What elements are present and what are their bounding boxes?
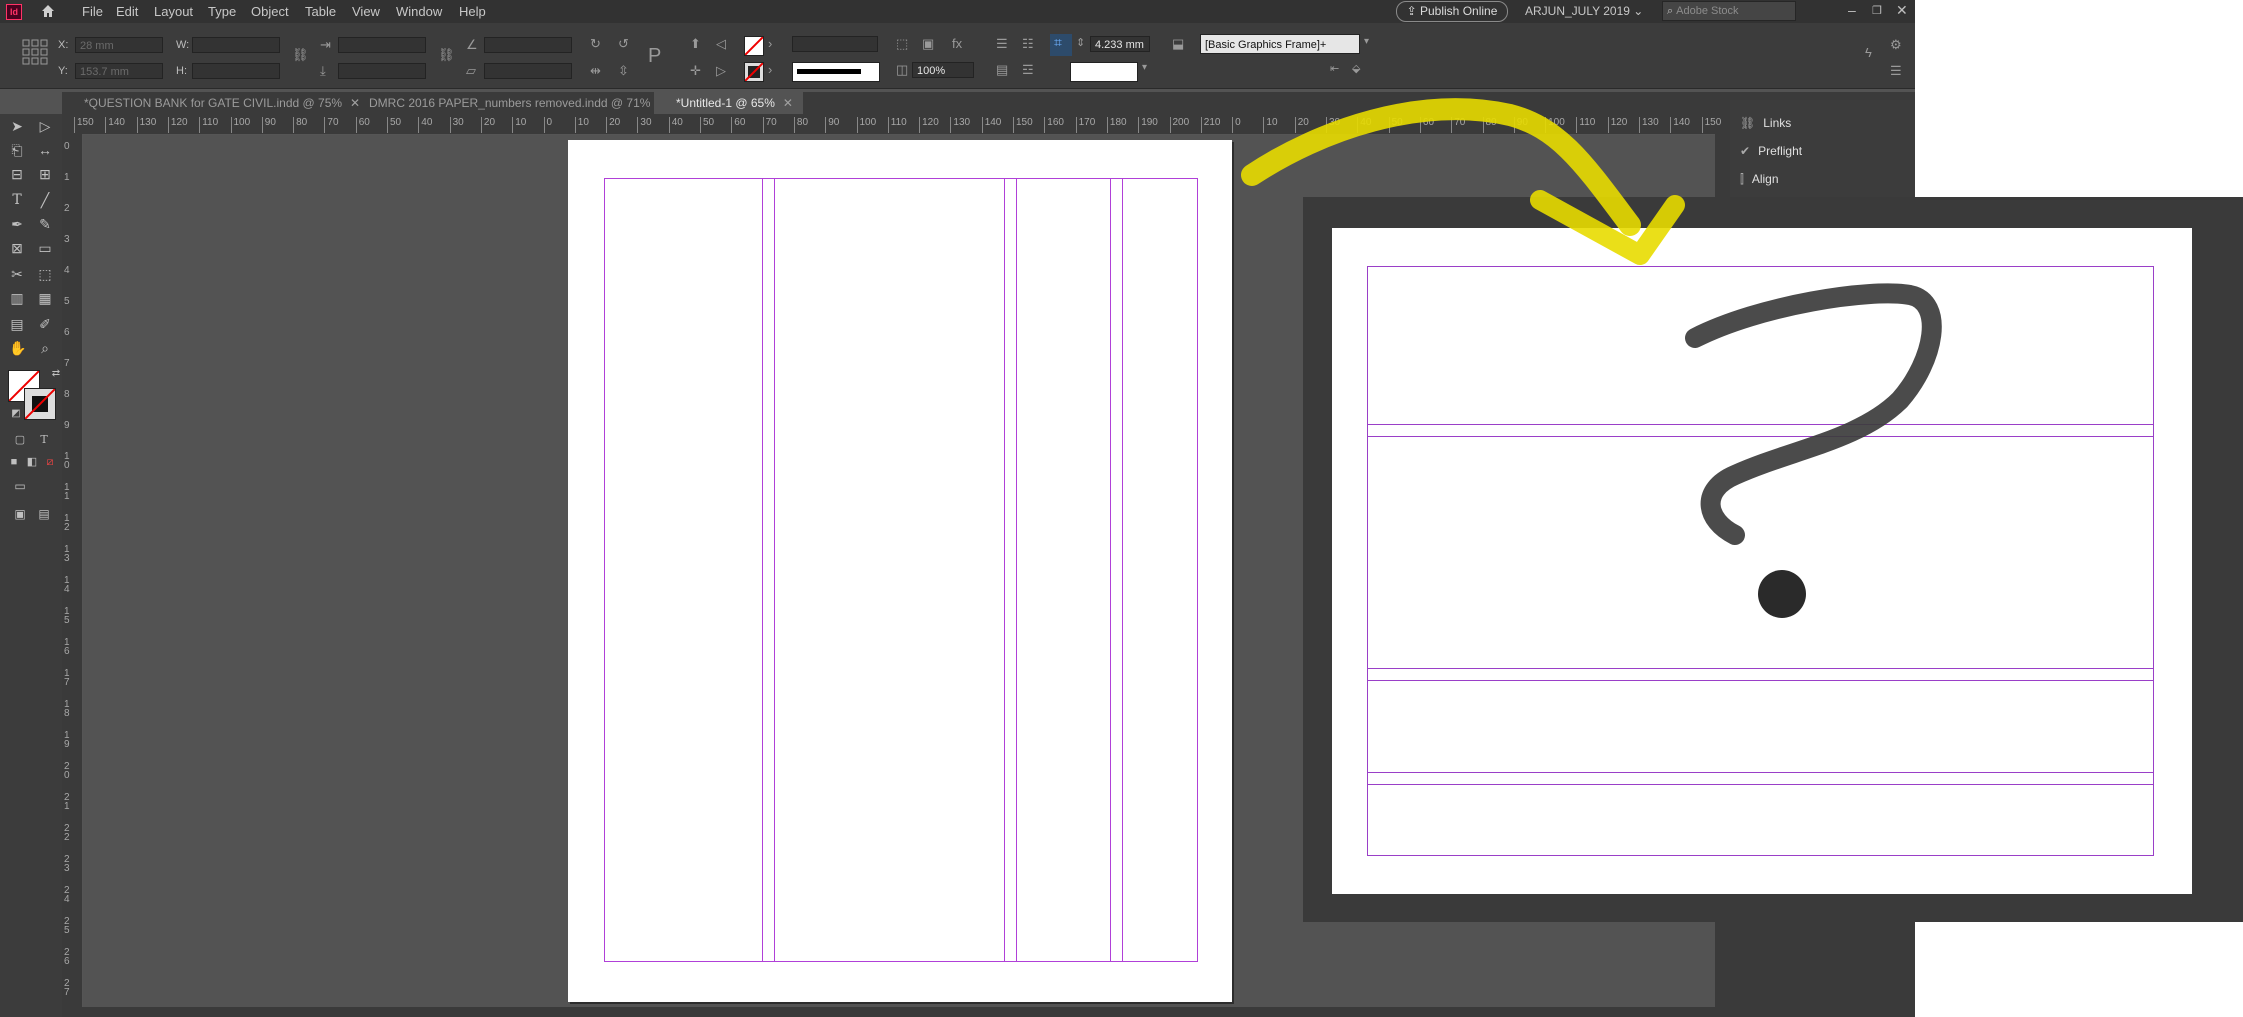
question-mark-icon	[1685, 283, 1942, 618]
yellow-arrow-icon	[1241, 98, 1685, 265]
annotation-overlay	[1241, 98, 1942, 618]
